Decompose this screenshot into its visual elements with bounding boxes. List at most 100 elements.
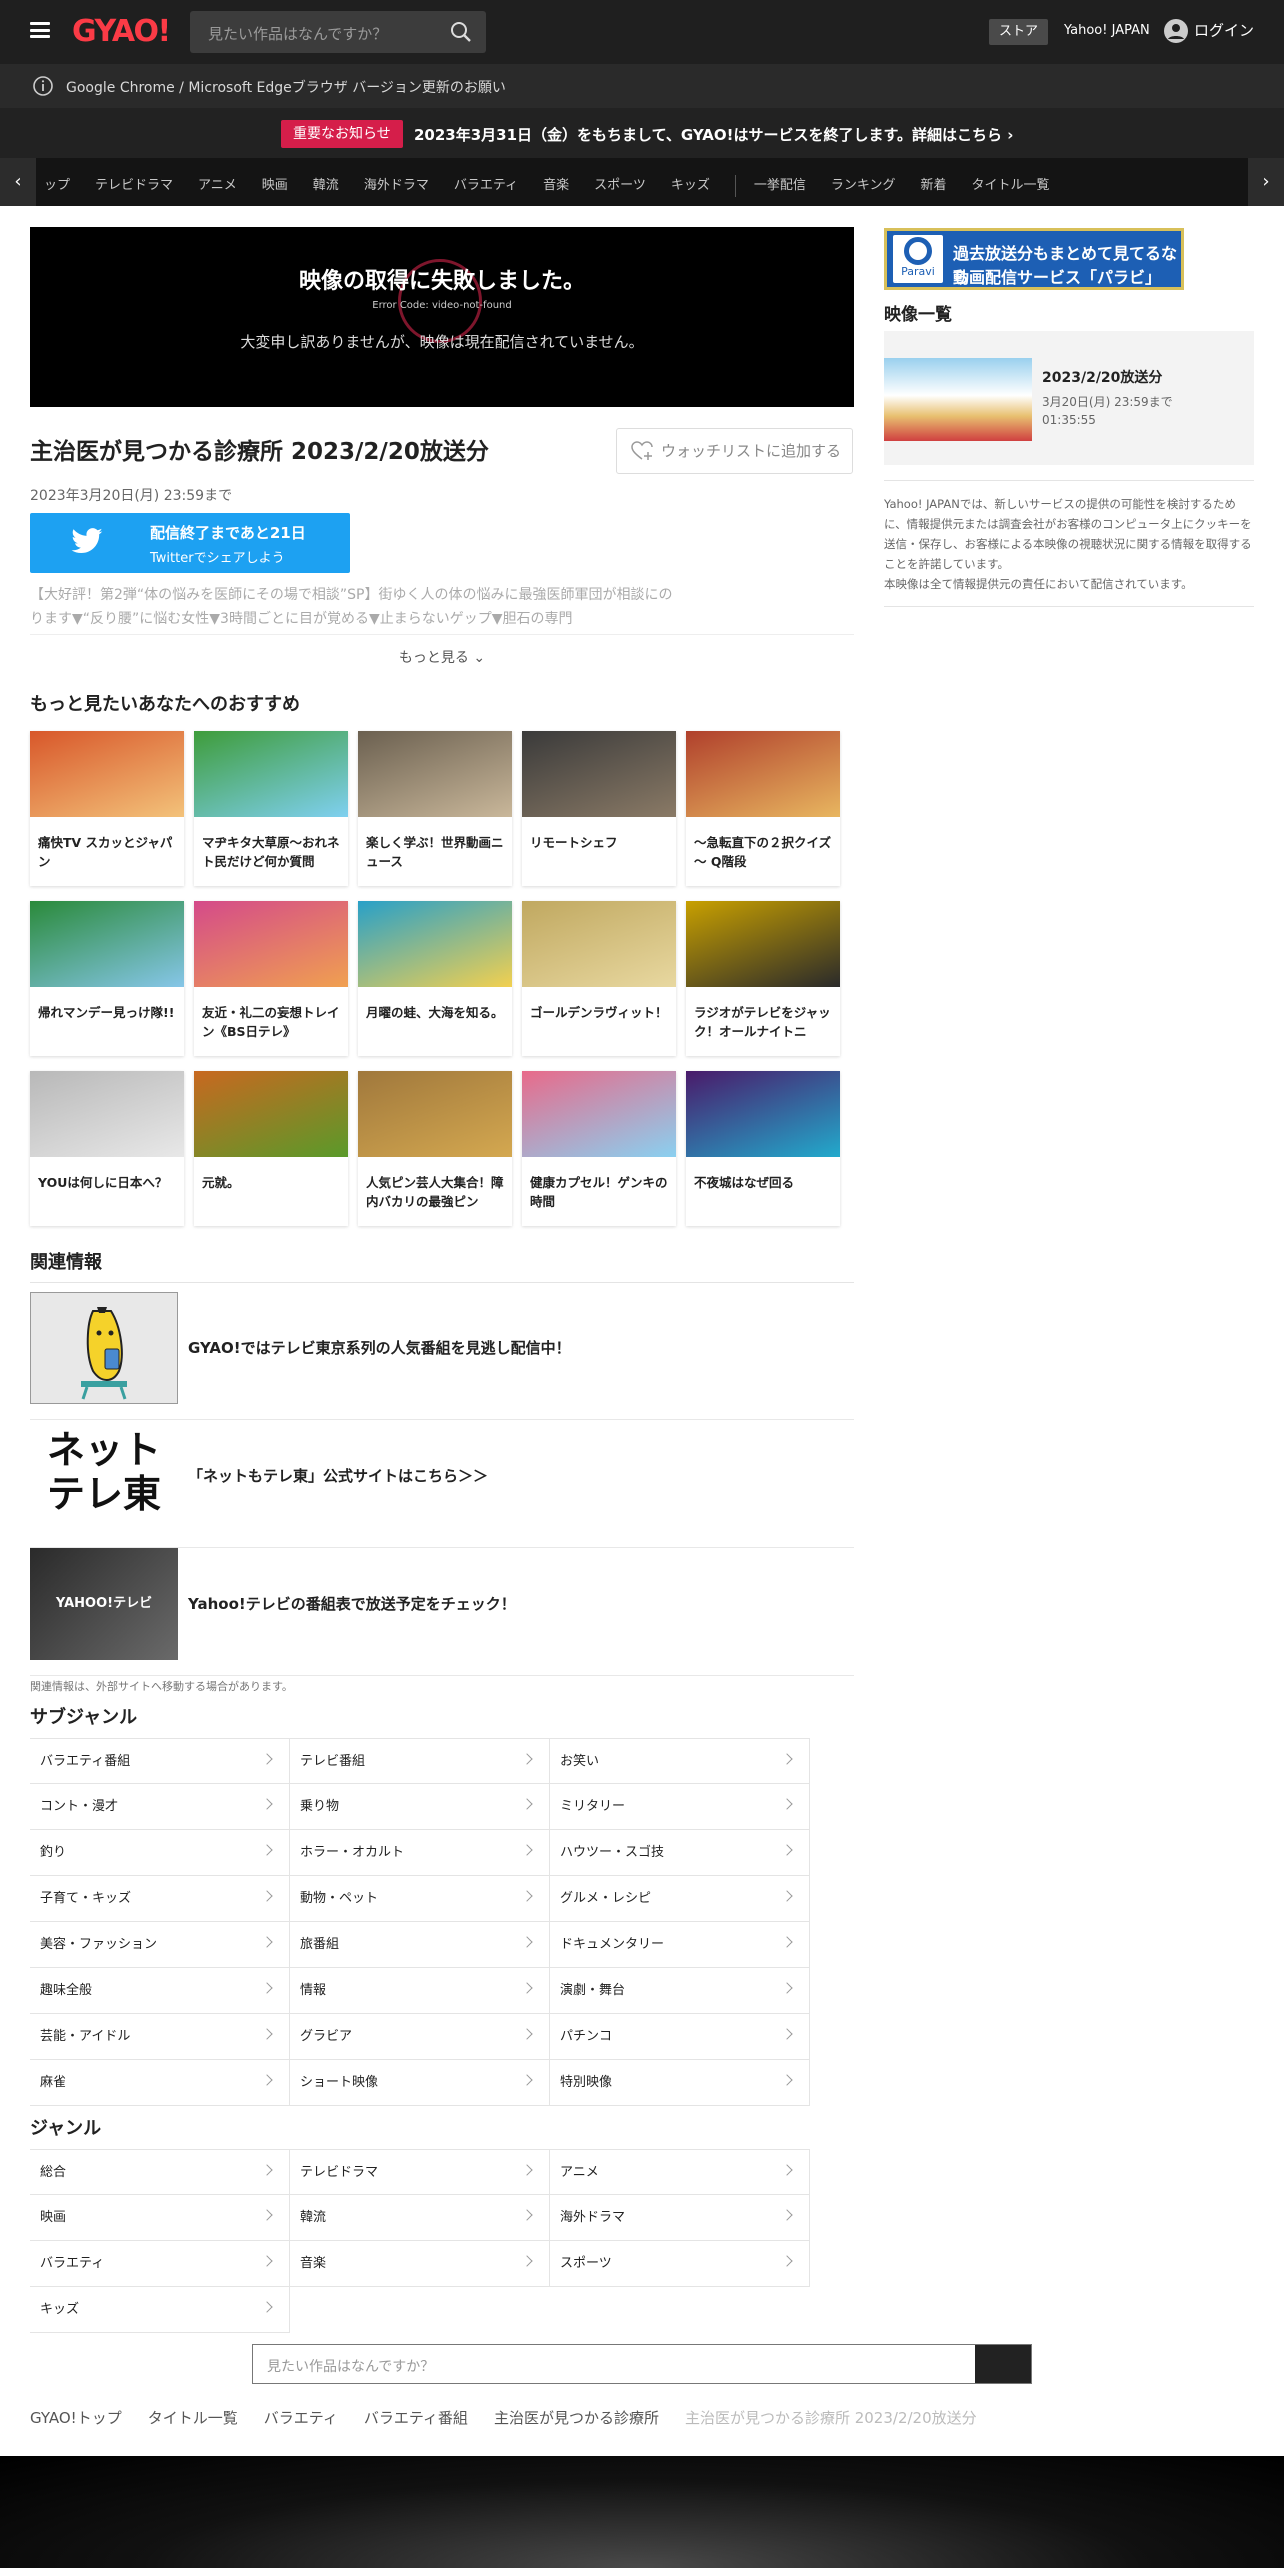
store-button[interactable]: ストア: [989, 19, 1048, 45]
search-input[interactable]: 見たい作品はなんですか？: [208, 23, 387, 44]
recommend-card[interactable]: リモートシェフ: [522, 731, 676, 886]
related-item-text[interactable]: 「ネットもテレ東」公式サイトはこちら＞＞: [188, 1465, 488, 1486]
nav-item[interactable]: 一挙配信: [754, 178, 806, 193]
video-list-item[interactable]: 2023/2/20放送分 3月20日(月) 23:59まで 01:35:55: [884, 331, 1254, 465]
recommend-label[interactable]: ～急転直下の２択クイズ～ Q階段: [686, 817, 840, 886]
subgenre-item[interactable]: パチンコ: [550, 2014, 810, 2060]
recommend-card[interactable]: 友近・礼二の妄想トレイン《BS日テレ》: [194, 901, 348, 1056]
nav-item[interactable]: タイトル一覧: [972, 178, 1050, 193]
subgenre-item[interactable]: コント・漫才: [30, 1784, 290, 1830]
nav-item[interactable]: バラエティ: [454, 178, 518, 193]
recommend-thumbnail[interactable]: [686, 1071, 840, 1157]
nav-item[interactable]: ランキング: [831, 178, 896, 193]
gyao-logo[interactable]: GYAO!: [72, 14, 171, 49]
subgenre-item[interactable]: 趣味全般: [30, 1968, 290, 2014]
bottom-search-input[interactable]: 見たい作品はなんですか？: [267, 2356, 434, 2376]
recommend-label[interactable]: 痛快TV スカッとジャパン: [30, 817, 184, 886]
subgenre-item[interactable]: ミリタリー: [550, 1784, 810, 1830]
subgenre-item[interactable]: 麻雀: [30, 2060, 290, 2106]
nav-item[interactable]: アニメ: [198, 178, 237, 193]
breadcrumb-item[interactable]: タイトル一覧: [148, 2409, 238, 2427]
recommend-label[interactable]: 元就。: [194, 1157, 348, 1226]
recommend-thumbnail[interactable]: [30, 731, 184, 817]
genre-item[interactable]: アニメ: [550, 2149, 810, 2195]
related-item[interactable]: ネット テレ東 「ネットもテレ東」公式サイトはこちら＞＞: [30, 1420, 854, 1548]
video-item-title[interactable]: 2023/2/20放送分: [1042, 367, 1162, 387]
recommend-thumbnail[interactable]: [194, 1071, 348, 1157]
search-icon[interactable]: [450, 21, 472, 43]
recommend-thumbnail[interactable]: [30, 1071, 184, 1157]
recommend-card[interactable]: 人気ピン芸人大集合！障内バカリの最強ピン: [358, 1071, 512, 1226]
subgenre-item[interactable]: グラビア: [290, 2014, 550, 2060]
recommend-label[interactable]: マヂキタ大草原～おれネト民だけど何か質問: [194, 817, 348, 886]
recommend-label[interactable]: リモートシェフ: [522, 817, 676, 886]
genre-item[interactable]: 総合: [30, 2149, 290, 2195]
nav-item[interactable]: スポーツ: [594, 178, 646, 193]
recommend-card[interactable]: 帰れマンデー見っけ隊!!: [30, 901, 184, 1056]
genre-item[interactable]: スポーツ: [550, 2241, 810, 2287]
menu-icon[interactable]: [30, 22, 50, 38]
related-item-text[interactable]: GYAO!ではテレビ東京系列の人気番組を見逃し配信中！: [188, 1337, 571, 1358]
nav-item[interactable]: 音楽: [543, 178, 569, 193]
recommend-label[interactable]: 友近・礼二の妄想トレイン《BS日テレ》: [194, 987, 348, 1056]
breadcrumb-item[interactable]: 主治医が見つかる診療所: [494, 2409, 659, 2427]
recommend-thumbnail[interactable]: [358, 731, 512, 817]
subgenre-item[interactable]: 釣り: [30, 1830, 290, 1876]
nav-item[interactable]: 韓流: [313, 178, 339, 193]
subgenre-item[interactable]: お笑い: [550, 1738, 810, 1784]
subgenre-item[interactable]: 情報: [290, 1968, 550, 2014]
recommend-card[interactable]: 健康カプセル！ゲンキの時間: [522, 1071, 676, 1226]
bottom-search-bar[interactable]: 見たい作品はなんですか？: [252, 2344, 1032, 2384]
important-notice-message[interactable]: 2023年3月31日（金）をもちまして、GYAO!はサービスを終了します。詳細は…: [414, 124, 1013, 145]
genre-item[interactable]: 音楽: [290, 2241, 550, 2287]
recommend-card[interactable]: ラジオがテレビをジャック！オールナイトニ: [686, 901, 840, 1056]
recommend-card[interactable]: ～急転直下の２択クイズ～ Q階段: [686, 731, 840, 886]
genre-item[interactable]: 韓流: [290, 2195, 550, 2241]
subgenre-item[interactable]: ショート映像: [290, 2060, 550, 2106]
recommend-thumbnail[interactable]: [686, 901, 840, 987]
recommend-card[interactable]: 痛快TV スカッとジャパン: [30, 731, 184, 886]
recommend-card[interactable]: 楽しく学ぶ！世界動画ニュース: [358, 731, 512, 886]
recommend-thumbnail[interactable]: [522, 731, 676, 817]
recommend-label[interactable]: ラジオがテレビをジャック！オールナイトニ: [686, 987, 840, 1056]
important-notice-bar[interactable]: 重要なお知らせ 2023年3月31日（金）をもちまして、GYAO!はサービスを終…: [0, 108, 1284, 158]
recommend-label[interactable]: 月曜の蛙、大海を知る。: [358, 987, 512, 1056]
subgenre-item[interactable]: バラエティ番組: [30, 1738, 290, 1784]
recommend-card[interactable]: 月曜の蛙、大海を知る。: [358, 901, 512, 1056]
subgenre-item[interactable]: 美容・ファッション: [30, 1922, 290, 1968]
related-item[interactable]: GYAO!ではテレビ東京系列の人気番組を見逃し配信中！: [30, 1292, 854, 1420]
twitter-share-button[interactable]: 配信終了まであと21日 Twitterでシェアしよう: [30, 513, 350, 573]
nav-prev-arrow-icon[interactable]: ‹: [0, 158, 36, 206]
recommend-card[interactable]: YOUは何しに日本へ？: [30, 1071, 184, 1226]
subgenre-item[interactable]: 演劇・舞台: [550, 1968, 810, 2014]
recommend-thumbnail[interactable]: [522, 1071, 676, 1157]
search-bar[interactable]: 見たい作品はなんですか？: [190, 11, 486, 53]
recommend-card[interactable]: ゴールデンラヴィット！: [522, 901, 676, 1056]
recommend-label[interactable]: 楽しく学ぶ！世界動画ニュース: [358, 817, 512, 886]
related-item-text[interactable]: Yahoo!テレビの番組表で放送予定をチェック！: [188, 1593, 516, 1614]
video-player[interactable]: 映像の取得に失敗しました。 Error Code: video-not-foun…: [30, 227, 854, 407]
yahoo-japan-link[interactable]: Yahoo! JAPAN: [1064, 23, 1150, 38]
genre-item[interactable]: テレビドラマ: [290, 2149, 550, 2195]
nav-item[interactable]: 映画: [262, 178, 288, 193]
video-thumbnail[interactable]: [884, 358, 1032, 441]
subgenre-item[interactable]: テレビ番組: [290, 1738, 550, 1784]
nav-item[interactable]: キッズ: [671, 178, 710, 193]
bottom-search-button[interactable]: [975, 2345, 1031, 2383]
recommend-card[interactable]: 元就。: [194, 1071, 348, 1226]
recommend-label[interactable]: 人気ピン芸人大集合！障内バカリの最強ピン: [358, 1157, 512, 1226]
recommend-label[interactable]: ゴールデンラヴィット！: [522, 987, 676, 1056]
subgenre-item[interactable]: 芸能・アイドル: [30, 2014, 290, 2060]
nav-item[interactable]: テレビドラマ: [95, 178, 173, 193]
recommend-thumbnail[interactable]: [686, 731, 840, 817]
recommend-label[interactable]: 帰れマンデー見っけ隊!!: [30, 987, 184, 1056]
subgenre-item[interactable]: 子育て・キッズ: [30, 1876, 290, 1922]
watchlist-button[interactable]: ウォッチリストに追加する: [616, 428, 853, 474]
subgenre-item[interactable]: 動物・ペット: [290, 1876, 550, 1922]
related-item[interactable]: YAHOO!テレビ Yahoo!テレビの番組表で放送予定をチェック！: [30, 1548, 854, 1676]
subgenre-item[interactable]: 旅番組: [290, 1922, 550, 1968]
login-button[interactable]: ログイン: [1164, 19, 1254, 43]
subgenre-item[interactable]: ドキュメンタリー: [550, 1922, 810, 1968]
breadcrumb-item[interactable]: バラエティ: [264, 2409, 338, 2427]
recommend-label[interactable]: 不夜城はなぜ回る: [686, 1157, 840, 1226]
